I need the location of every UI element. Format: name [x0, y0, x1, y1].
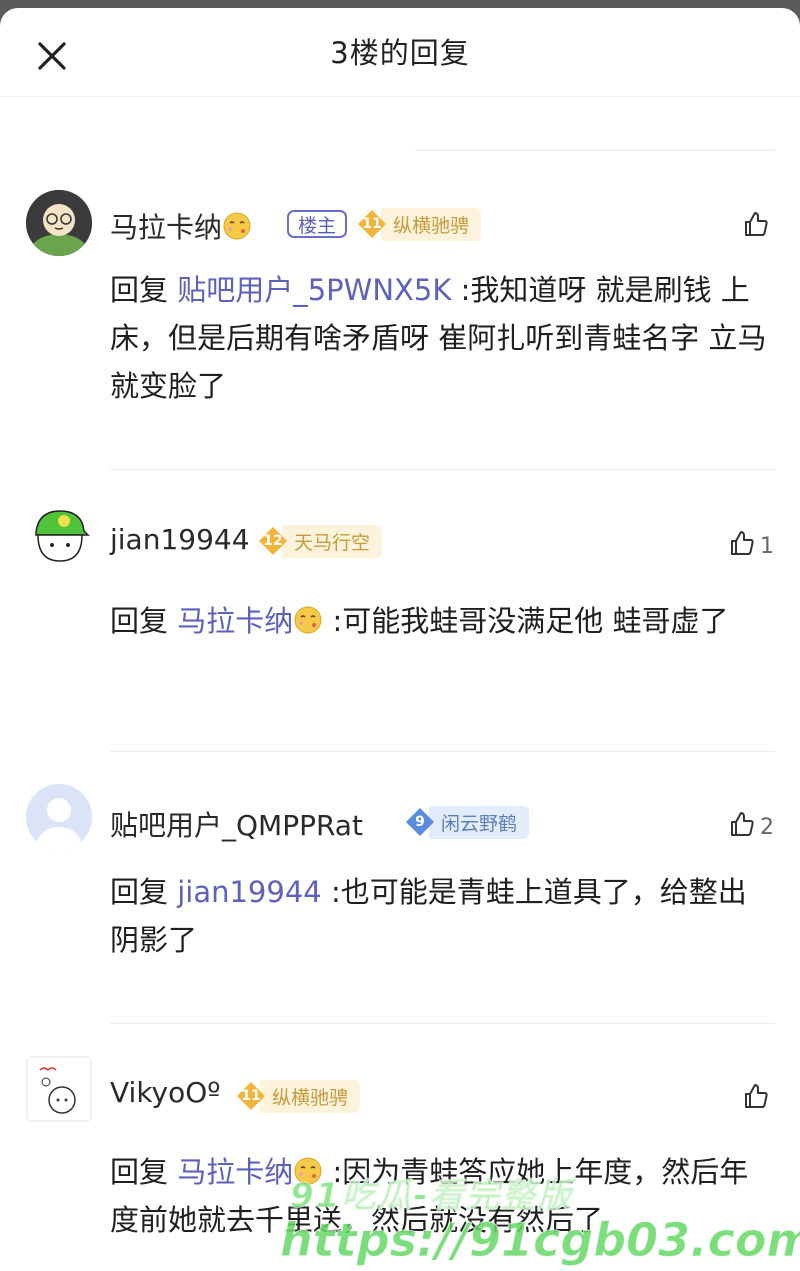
reply-sheet: 3楼的回复 马拉卡纳 楼主 11 纵横驰骋 回复 贴吧用户_5PWNX5K:我… — [0, 8, 800, 1271]
divider — [110, 1023, 775, 1024]
watermark-url: https://91cgb03.com — [279, 1213, 800, 1268]
like-button[interactable]: 1 — [728, 529, 774, 563]
page-title: 3楼的回复 — [330, 36, 470, 70]
like-button[interactable]: 2 — [728, 810, 774, 844]
watermark-text: 91吃瓜-看完整版 — [289, 1176, 574, 1217]
mention-link[interactable]: 贴吧用户_5PWNX5K — [177, 273, 451, 307]
username[interactable]: 马拉卡纳 — [110, 206, 252, 246]
top-bar: 3楼的回复 — [0, 8, 800, 96]
thumbs-up-icon — [742, 210, 770, 244]
level-badge: 11 纵横驰骋 — [236, 1079, 361, 1113]
avatar[interactable] — [26, 190, 92, 256]
thumbs-up-icon — [742, 1082, 770, 1116]
avatar[interactable] — [26, 784, 92, 850]
divider — [110, 469, 775, 470]
username[interactable]: VikyoOº — [110, 1076, 220, 1109]
level-diamond-icon: 11 — [357, 209, 387, 239]
like-count: 2 — [760, 814, 774, 840]
header-divider — [0, 96, 800, 97]
reply-text: 回复 贴吧用户_5PWNX5K :我知道呀 就是刷钱 上床，但是后期有啥矛盾呀 … — [110, 273, 767, 403]
reply-text: 回复 jian19944 :也可能是青蛙上道具了，给整出阴影了 — [110, 875, 747, 957]
level-diamond-icon: 9 — [405, 807, 435, 837]
level-diamond-icon: 12 — [258, 526, 288, 556]
level-diamond-icon: 11 — [236, 1081, 266, 1111]
mention-link[interactable]: 马拉卡纳 — [177, 604, 323, 638]
username[interactable]: jian19944 — [110, 523, 250, 556]
like-count: 1 — [760, 533, 774, 559]
avatar[interactable] — [26, 1056, 92, 1122]
kiss-emoji-icon — [222, 211, 252, 241]
username[interactable]: 贴吧用户_QMPPRat — [110, 804, 363, 844]
thumbs-up-icon — [728, 529, 756, 563]
owner-badge: 楼主 — [287, 210, 348, 238]
level-badge: 11 纵横驰骋 — [357, 207, 482, 241]
kiss-emoji-icon — [293, 601, 323, 634]
divider — [110, 751, 775, 752]
level-badge: 9 闲云野鹤 — [405, 805, 530, 839]
thumbs-up-icon — [728, 810, 756, 844]
mention-link[interactable]: jian19944 — [177, 875, 322, 909]
like-button[interactable] — [742, 1082, 774, 1116]
like-button[interactable] — [742, 210, 774, 244]
level-badge: 12 天马行空 — [258, 524, 383, 558]
avatar[interactable] — [26, 503, 92, 569]
reply-text: 回复 马拉卡纳 :可能我蛙哥没满足他 蛙哥虚了 — [110, 597, 770, 645]
divider — [415, 149, 775, 151]
